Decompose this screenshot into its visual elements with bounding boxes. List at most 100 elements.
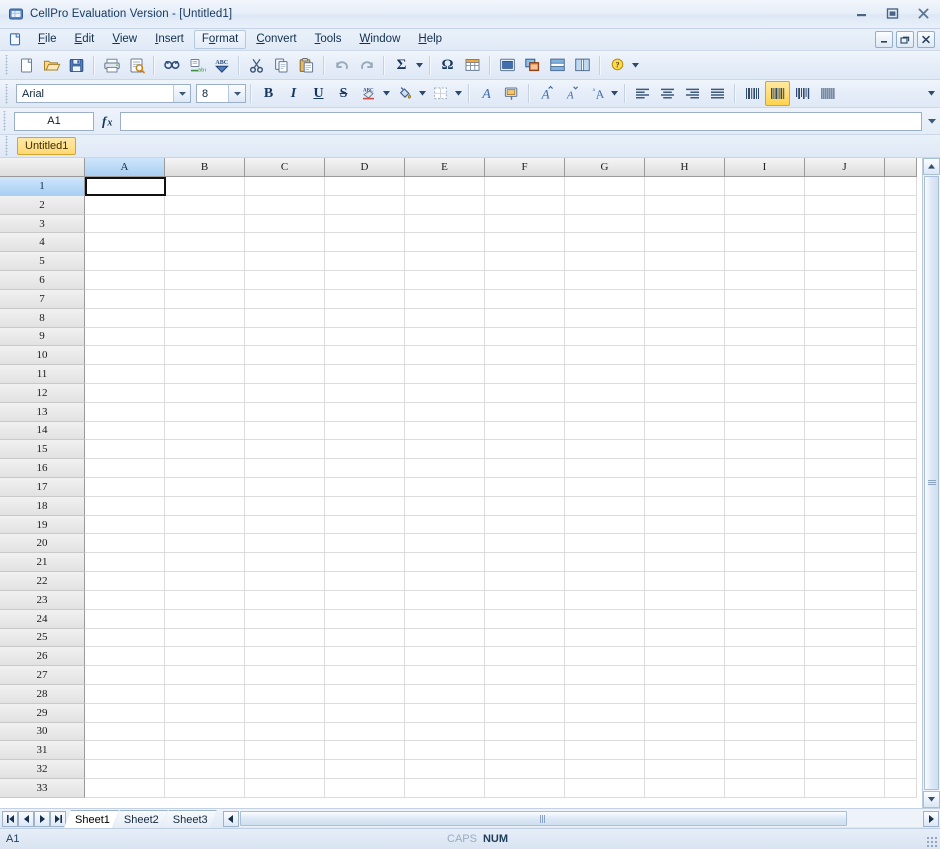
cell-G21[interactable] — [565, 553, 645, 573]
cell-D21[interactable] — [325, 553, 405, 573]
cell-J10[interactable] — [805, 346, 885, 366]
cell-H13[interactable] — [645, 402, 725, 422]
cell-C22[interactable] — [245, 572, 325, 591]
row-header-30[interactable]: 30 — [0, 722, 85, 742]
text-direction-dropdown-icon[interactable] — [609, 82, 620, 105]
undo-icon[interactable] — [329, 53, 354, 78]
menu-convert[interactable]: Convert — [248, 30, 304, 49]
cell-D33[interactable] — [325, 779, 405, 798]
cell-C9[interactable] — [245, 327, 325, 347]
cell-C13[interactable] — [245, 402, 325, 422]
scroll-left-icon[interactable] — [222, 810, 239, 827]
cell-E20[interactable] — [405, 534, 485, 554]
cell-G4[interactable] — [565, 233, 645, 253]
cell-B30[interactable] — [165, 722, 245, 742]
italic-button[interactable]: I — [281, 81, 306, 106]
cell-partial-23[interactable] — [885, 590, 917, 610]
cell-I16[interactable] — [725, 459, 805, 478]
menu-format[interactable]: Format — [193, 30, 247, 49]
cell-E31[interactable] — [405, 741, 485, 761]
cell-J28[interactable] — [805, 684, 885, 704]
menu-tools[interactable]: Tools — [307, 30, 350, 49]
cell-E25[interactable] — [405, 628, 485, 648]
cell-F2[interactable] — [485, 195, 565, 215]
cell-D15[interactable] — [325, 440, 405, 460]
cell-A14[interactable] — [85, 421, 165, 441]
cell-E16[interactable] — [405, 459, 485, 478]
cell-J15[interactable] — [805, 440, 885, 460]
cell-I11[interactable] — [725, 365, 805, 384]
cell-H15[interactable] — [645, 440, 725, 460]
cell-G9[interactable] — [565, 327, 645, 347]
cell-B2[interactable] — [165, 195, 245, 215]
cell-A16[interactable] — [85, 459, 165, 478]
cell-partial-9[interactable] — [885, 327, 917, 347]
print-icon[interactable] — [99, 53, 124, 78]
row-header-10[interactable]: 10 — [0, 346, 85, 366]
cell-partial-13[interactable] — [885, 402, 917, 422]
scroll-up-icon[interactable] — [923, 158, 940, 175]
cell-B28[interactable] — [165, 684, 245, 704]
cell-H6[interactable] — [645, 271, 725, 290]
formula-input[interactable] — [120, 111, 922, 131]
cell-partial-16[interactable] — [885, 459, 917, 478]
text-direction-icon[interactable]: a A — [584, 81, 609, 106]
scroll-right-icon[interactable] — [923, 810, 939, 827]
cell-A22[interactable] — [85, 572, 165, 591]
mdi-close-icon[interactable] — [917, 31, 935, 48]
cell-C29[interactable] — [245, 703, 325, 723]
column-header-J[interactable]: J — [805, 158, 885, 177]
align-justify-icon[interactable] — [705, 81, 730, 106]
cell-F13[interactable] — [485, 402, 565, 422]
increase-font-icon[interactable]: A — [534, 81, 559, 106]
cell-J21[interactable] — [805, 553, 885, 573]
cell-D26[interactable] — [325, 647, 405, 667]
menu-insert[interactable]: Insert — [147, 30, 192, 49]
cell-J9[interactable] — [805, 327, 885, 347]
cell-partial-20[interactable] — [885, 534, 917, 554]
cell-D27[interactable] — [325, 666, 405, 685]
cell-C2[interactable] — [245, 195, 325, 215]
row-header-13[interactable]: 13 — [0, 402, 85, 422]
font-style-icon[interactable]: A — [474, 81, 499, 106]
cell-D7[interactable] — [325, 289, 405, 309]
cell-partial-15[interactable] — [885, 440, 917, 460]
cell-E23[interactable] — [405, 590, 485, 610]
cell-H29[interactable] — [645, 703, 725, 723]
row-header-33[interactable]: 33 — [0, 779, 85, 798]
borders-icon[interactable] — [428, 81, 453, 106]
cell-H31[interactable] — [645, 741, 725, 761]
cell-F25[interactable] — [485, 628, 565, 648]
cell-G25[interactable] — [565, 628, 645, 648]
cell-partial-4[interactable] — [885, 233, 917, 253]
cell-A6[interactable] — [85, 271, 165, 290]
cell-A4[interactable] — [85, 233, 165, 253]
cell-H7[interactable] — [645, 289, 725, 309]
cell-J16[interactable] — [805, 459, 885, 478]
scroll-down-icon[interactable] — [923, 791, 940, 808]
help-icon[interactable]: ? — [605, 53, 630, 78]
chevron-down-icon[interactable] — [173, 85, 190, 102]
cell-D19[interactable] — [325, 515, 405, 535]
row-header-25[interactable]: 25 — [0, 628, 85, 648]
cell-D16[interactable] — [325, 459, 405, 478]
cell-C11[interactable] — [245, 365, 325, 384]
cell-D29[interactable] — [325, 703, 405, 723]
cell-J19[interactable] — [805, 515, 885, 535]
cell-F10[interactable] — [485, 346, 565, 366]
cell-partial-33[interactable] — [885, 779, 917, 798]
cell-F16[interactable] — [485, 459, 565, 478]
cell-I6[interactable] — [725, 271, 805, 290]
cell-G30[interactable] — [565, 722, 645, 742]
cell-B15[interactable] — [165, 440, 245, 460]
column-header-D[interactable]: D — [325, 158, 405, 177]
cell-E14[interactable] — [405, 421, 485, 441]
redo-icon[interactable] — [354, 53, 379, 78]
cell-partial-2[interactable] — [885, 195, 917, 215]
cell-D8[interactable] — [325, 308, 405, 328]
cell-I23[interactable] — [725, 590, 805, 610]
cell-H17[interactable] — [645, 478, 725, 497]
fill-color-icon[interactable] — [392, 81, 417, 106]
row-header-28[interactable]: 28 — [0, 684, 85, 704]
cell-partial-5[interactable] — [885, 252, 917, 272]
